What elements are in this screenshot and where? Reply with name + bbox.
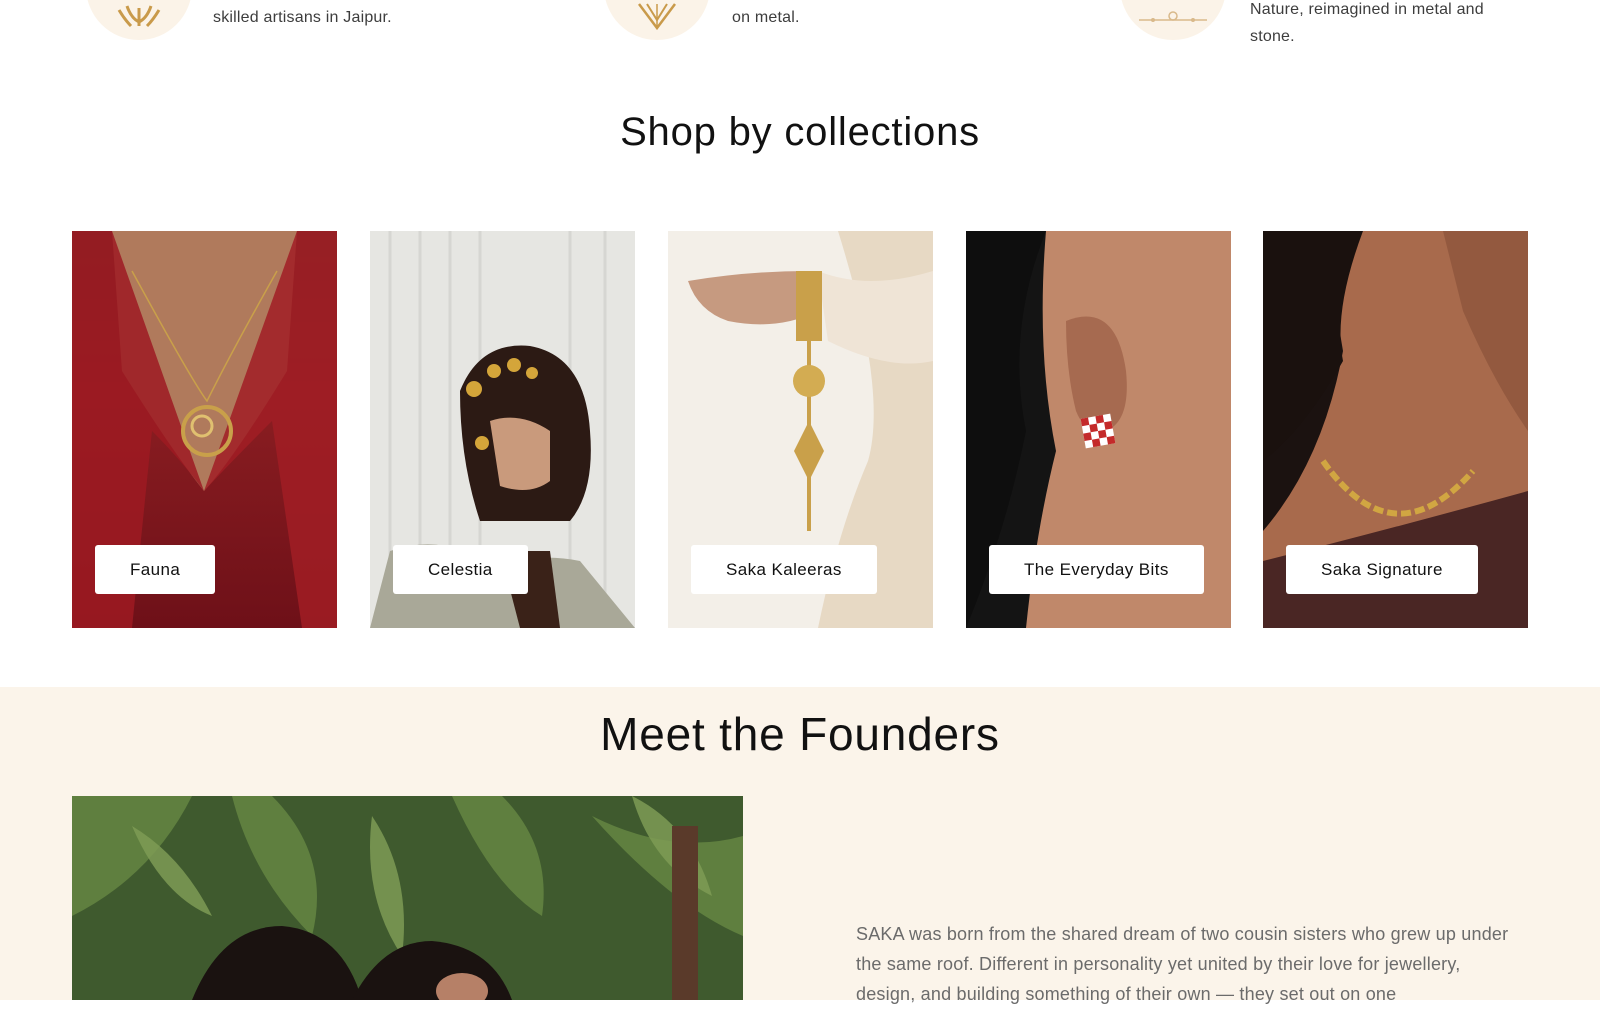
collections-heading: Shop by collections [620,110,980,154]
collection-label-button[interactable]: Fauna [95,545,216,594]
collection-card-celestia[interactable]: Celestia [370,231,635,628]
founders-photo [72,796,743,1000]
features-strip: skilled artisans in Jaipur. on metal. Na… [0,0,1600,60]
collection-label-button[interactable]: The Everyday Bits [989,545,1204,594]
founders-heading: Meet the Founders [600,708,1000,760]
collection-label-button[interactable]: Saka Signature [1286,545,1478,594]
collection-card-everyday-bits[interactable]: The Everyday Bits [966,231,1231,628]
collections-grid: Fauna Celestia Saka Kaleeras The Everyda… [72,231,1528,628]
collection-label-button[interactable]: Celestia [393,545,528,594]
feature-text: Nature, reimagined in metal and stone. [1250,1,1484,45]
ornament-icon [1120,0,1226,40]
artisan-hands-icon [86,0,192,40]
founders-section: Meet the Founders SAKA was born from the… [0,687,1600,1004]
lotus-petal-icon [604,0,710,40]
collection-label-button[interactable]: Saka Kaleeras [691,545,877,594]
feature-text: on metal. [732,9,800,26]
collection-card-fauna[interactable]: Fauna [72,231,337,628]
collection-card-saka-kaleeras[interactable]: Saka Kaleeras [668,231,933,628]
founders-description: SAKA was born from the shared dream of t… [856,924,1509,1004]
collection-card-saka-signature[interactable]: Saka Signature [1263,231,1528,628]
feature-text: skilled artisans in Jaipur. [213,9,392,26]
